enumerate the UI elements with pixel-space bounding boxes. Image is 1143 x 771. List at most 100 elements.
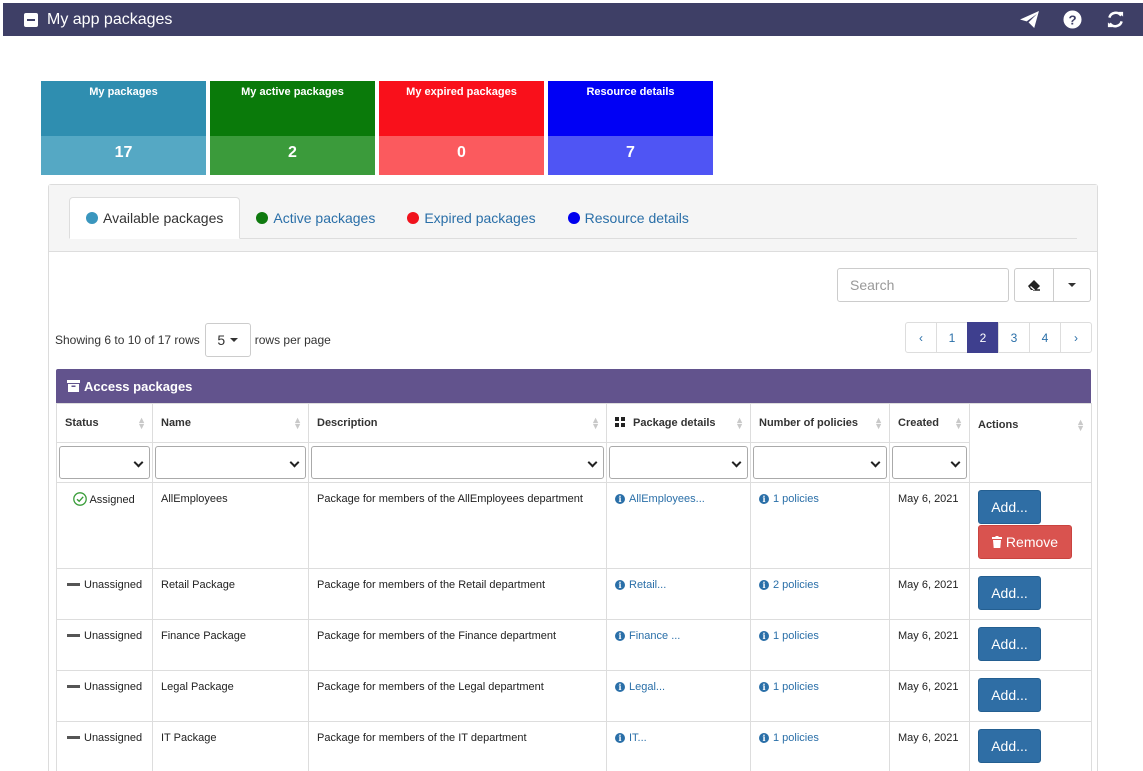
column-header-status[interactable]: Status ▲ ▼ bbox=[56, 403, 153, 443]
title-bar: My app packages ? bbox=[3, 3, 1143, 36]
policies-link[interactable]: i1 policies bbox=[759, 630, 819, 642]
package-details-link[interactable]: i AllEmployees... bbox=[615, 493, 705, 505]
dash-icon bbox=[67, 582, 80, 586]
title-toolbar: ? bbox=[1018, 9, 1127, 30]
policies-cell: i1 policies bbox=[750, 670, 890, 722]
add-button[interactable]: Add... bbox=[978, 678, 1041, 712]
description-cell: Package for members of the Retail depart… bbox=[308, 568, 607, 620]
description-cell: Package for members of the AllEmployees … bbox=[308, 482, 607, 569]
rows-per-page-select[interactable]: 5 bbox=[204, 323, 251, 357]
info-icon: i bbox=[615, 733, 625, 743]
status-cell: Unassigned bbox=[56, 670, 153, 722]
name-cell: Legal Package bbox=[152, 670, 309, 722]
info-icon: i bbox=[759, 682, 769, 692]
table-row: Unassigned Legal Package Package for mem… bbox=[56, 670, 1092, 722]
rows-per-page-value: 5 bbox=[217, 332, 226, 348]
showing-text: Showing 6 to 10 of 17 rows bbox=[55, 333, 200, 347]
pagination-info: Showing 6 to 10 of 17 rows 5 rows per pa… bbox=[55, 323, 331, 357]
paper-plane-icon[interactable] bbox=[1018, 9, 1041, 30]
tab-expired-packages[interactable]: Expired packages bbox=[391, 197, 551, 239]
panel-header: Available packages Active packages Expir… bbox=[49, 185, 1097, 252]
tile-my-active-packages[interactable]: My active packages 2 bbox=[210, 81, 375, 175]
page-3[interactable]: 3 bbox=[998, 322, 1030, 353]
filter-package-details[interactable] bbox=[606, 442, 751, 483]
pagination: ‹ 1 2 3 4 › bbox=[905, 322, 1092, 354]
column-header-description[interactable]: Description ▲ ▼ bbox=[308, 403, 607, 443]
policies-link[interactable]: i1 policies bbox=[759, 732, 819, 744]
status-text: Unassigned bbox=[84, 732, 143, 744]
search-input[interactable] bbox=[837, 268, 1009, 302]
filter-name[interactable] bbox=[152, 442, 309, 483]
name-cell: IT Package bbox=[152, 721, 309, 771]
page-1[interactable]: 1 bbox=[936, 322, 968, 353]
add-button[interactable]: Add... bbox=[978, 576, 1041, 610]
description-cell: Package for members of the Finance depar… bbox=[308, 619, 607, 671]
tile-resource-details[interactable]: Resource details 7 bbox=[548, 81, 713, 175]
filter-actions bbox=[969, 442, 1092, 483]
refresh-icon[interactable] bbox=[1104, 9, 1127, 30]
table-row: Assigned AllEmployees Package for member… bbox=[56, 482, 1092, 569]
column-header-name[interactable]: Name ▲ ▼ bbox=[152, 403, 309, 443]
remove-button[interactable]: Remove bbox=[978, 525, 1072, 559]
actions-cell: Add... bbox=[969, 670, 1092, 722]
tile-label: Resource details bbox=[548, 81, 713, 136]
tab-available-packages[interactable]: Available packages bbox=[69, 197, 241, 239]
page-next[interactable]: › bbox=[1060, 322, 1092, 353]
filter-created[interactable] bbox=[889, 442, 970, 483]
info-icon: i bbox=[615, 494, 625, 504]
column-header-created[interactable]: Created ▲ ▼ bbox=[889, 403, 970, 443]
column-header-number-of-policies[interactable]: Number of policies ▲ ▼ bbox=[750, 403, 890, 443]
page-2[interactable]: 2 bbox=[967, 322, 999, 353]
tile-my-expired-packages[interactable]: My expired packages 0 bbox=[379, 81, 544, 175]
packages-panel: Available packages Active packages Expir… bbox=[48, 184, 1098, 771]
add-button[interactable]: Add... bbox=[978, 729, 1041, 763]
policies-link[interactable]: i2 policies bbox=[759, 579, 819, 591]
filter-status[interactable] bbox=[56, 442, 153, 483]
filter-number-of-policies[interactable] bbox=[750, 442, 890, 483]
policies-cell: i1 policies bbox=[750, 619, 890, 671]
column-header-package-details[interactable]: Package details ▲ ▼ bbox=[606, 403, 751, 443]
tab-active-packages[interactable]: Active packages bbox=[240, 197, 391, 239]
policies-link[interactable]: i1 policies bbox=[759, 681, 819, 693]
description-cell: Package for members of the IT department bbox=[308, 721, 607, 771]
info-icon: i bbox=[759, 631, 769, 641]
sort-icon: ▲ ▼ bbox=[591, 415, 600, 431]
column-header-actions[interactable]: Actions ▲ ▼ bbox=[969, 403, 1092, 443]
tile-my-packages[interactable]: My packages 17 bbox=[41, 81, 206, 175]
status-text: Unassigned bbox=[84, 579, 143, 591]
package-details-link[interactable]: i Retail... bbox=[615, 579, 666, 591]
policies-cell: i1 policies bbox=[750, 482, 890, 569]
created-cell: May 6, 2021 bbox=[889, 670, 970, 722]
trash-icon bbox=[991, 536, 1002, 548]
package-details-cell: i IT... bbox=[606, 721, 751, 771]
status-cell: Assigned bbox=[56, 482, 153, 569]
status-cell: Unassigned bbox=[56, 619, 153, 671]
page-4[interactable]: 4 bbox=[1029, 322, 1061, 353]
actions-cell: Add... bbox=[969, 568, 1092, 620]
add-button[interactable]: Add... bbox=[978, 627, 1041, 661]
dash-icon bbox=[67, 633, 80, 637]
dot-icon bbox=[407, 212, 420, 224]
table-title-bar: Access packages bbox=[56, 369, 1091, 403]
tab-resource-details[interactable]: Resource details bbox=[552, 197, 705, 239]
tile-label: My packages bbox=[41, 81, 206, 136]
collapse-icon[interactable] bbox=[24, 12, 38, 27]
package-details-link[interactable]: i Finance ... bbox=[615, 630, 680, 642]
sort-icon: ▲ ▼ bbox=[137, 415, 146, 431]
clear-search-button[interactable] bbox=[1014, 268, 1054, 302]
package-details-link[interactable]: i IT... bbox=[615, 732, 647, 744]
policies-cell: i1 policies bbox=[750, 721, 890, 771]
filter-description[interactable] bbox=[308, 442, 607, 483]
help-icon[interactable]: ? bbox=[1061, 9, 1084, 30]
filter-row bbox=[56, 442, 1092, 483]
table-row: Unassigned Retail Package Package for me… bbox=[56, 568, 1092, 620]
policies-link[interactable]: i1 policies bbox=[759, 493, 819, 505]
table-row: Unassigned IT Package Package for member… bbox=[56, 721, 1092, 771]
archive-icon bbox=[67, 380, 80, 392]
columns-dropdown-button[interactable] bbox=[1054, 268, 1091, 302]
add-button[interactable]: Add... bbox=[978, 490, 1041, 524]
package-details-link[interactable]: i Legal... bbox=[615, 681, 665, 693]
info-icon: i bbox=[759, 733, 769, 743]
caret-down-icon bbox=[230, 338, 239, 342]
page-prev[interactable]: ‹ bbox=[905, 322, 937, 353]
